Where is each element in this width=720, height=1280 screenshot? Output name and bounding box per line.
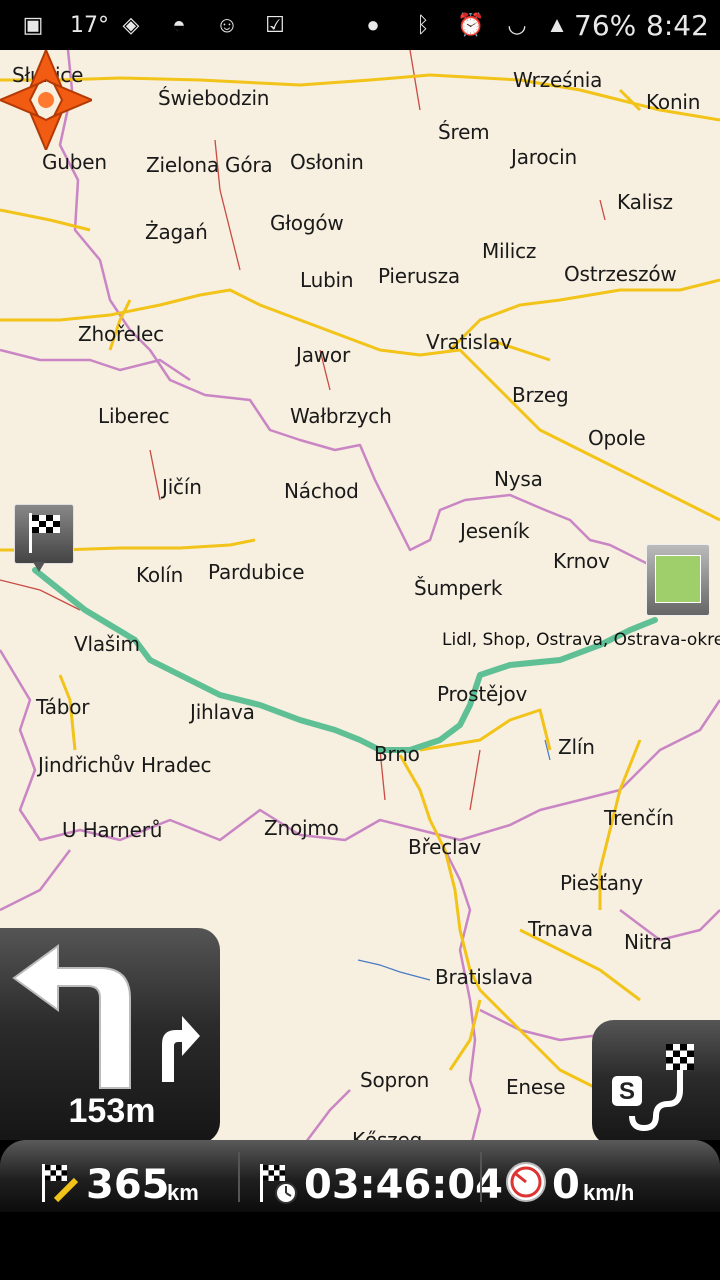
city-label[interactable]: Trenčín [604, 806, 674, 830]
city-label[interactable]: Nitra [624, 930, 672, 954]
city-label[interactable]: Jeseník [460, 519, 530, 543]
route-s-checkered-icon: S [612, 1044, 694, 1132]
city-label[interactable]: Znojmo [264, 816, 339, 840]
alarm-icon: ⏰ [457, 12, 485, 37]
city-label[interactable]: Tábor [36, 695, 90, 719]
city-label[interactable]: Konin [646, 90, 700, 114]
distance-to-destination-icon [42, 1164, 79, 1203]
city-label[interactable]: Guben [42, 150, 107, 174]
clock: 8:42 [646, 9, 709, 42]
city-label[interactable]: Września [513, 68, 602, 92]
city-label[interactable]: Kolín [136, 563, 183, 587]
city-label[interactable]: Świebodzin [158, 86, 269, 110]
city-label[interactable]: Břeclav [408, 835, 481, 859]
destination-flag-icon[interactable] [14, 504, 74, 564]
city-label[interactable]: Zhořelec [78, 322, 164, 346]
city-label[interactable]: Jičín [162, 475, 202, 499]
time-to-destination-icon [260, 1164, 297, 1204]
remaining-distance-unit: km [167, 1180, 199, 1205]
bluetooth-icon: ᛒ [416, 12, 430, 37]
poi-pin-icon[interactable] [646, 544, 710, 616]
city-label[interactable]: Náchod [284, 479, 359, 503]
speed-value: 0 [552, 1162, 580, 1208]
city-label[interactable]: Żagań [145, 220, 208, 244]
speedometer-icon [506, 1162, 546, 1202]
city-label[interactable]: Vratislav [426, 330, 512, 354]
city-label[interactable]: Pierusza [378, 264, 460, 288]
divider [238, 1152, 240, 1202]
city-label[interactable]: Głogów [270, 211, 344, 235]
city-label[interactable]: Jihlava [190, 700, 255, 724]
remaining-time: 03:46:04 [304, 1162, 503, 1208]
city-label[interactable]: Milicz [482, 239, 536, 263]
signal-icon: ▲ [546, 12, 568, 37]
city-label[interactable]: Osłonin [290, 150, 364, 174]
city-label[interactable]: Sopron [360, 1068, 429, 1092]
svg-text:S: S [619, 1078, 635, 1105]
route-line [32, 567, 658, 753]
trip-info-bar[interactable]: 365 km 03:46:04 0 km/h [0, 1140, 720, 1280]
location-icon: ● [366, 12, 380, 37]
maps-notification-icon: ◓ [172, 12, 186, 37]
flag-pointer [33, 562, 45, 572]
task-notification-icon: ☑ [265, 12, 285, 37]
checkered-flag-icon [29, 513, 60, 553]
city-label[interactable]: Lubin [300, 268, 354, 292]
status-bar: ▣ 17° ◈ ◓ ☺ ☑ ● ᛒ ⏰ ◡ ▲ 76% 8:42 [0, 0, 720, 50]
next-turn-right-arrow-icon [162, 1016, 200, 1082]
city-label[interactable]: Wałbrzych [290, 404, 392, 428]
city-label[interactable]: Brzeg [512, 383, 569, 407]
city-label[interactable]: Zlín [558, 735, 595, 759]
city-label[interactable]: Ostrzeszów [564, 262, 677, 286]
city-label[interactable]: Trnava [528, 917, 593, 941]
city-label[interactable]: Šumperk [414, 576, 502, 600]
city-label[interactable]: U Harnerů [62, 818, 162, 842]
wifi-icon: ◡ [507, 12, 527, 37]
city-label[interactable]: Jarocin [511, 145, 577, 169]
city-label[interactable]: Opole [588, 426, 646, 450]
city-label[interactable]: Kalisz [617, 190, 673, 214]
city-label[interactable]: Bratislava [435, 965, 533, 989]
temperature: 17° [70, 13, 109, 38]
city-label[interactable]: Prostějov [437, 682, 527, 706]
city-label[interactable]: Vlašim [74, 632, 140, 656]
city-label[interactable]: Brno [374, 742, 420, 766]
divider [480, 1152, 482, 1202]
speed-unit: km/h [583, 1180, 635, 1205]
route-options-button[interactable]: S [592, 1020, 720, 1146]
city-label[interactable]: Jawor [296, 343, 350, 367]
city-label[interactable]: Enese [506, 1075, 566, 1099]
battery-level: 76% [574, 9, 637, 42]
message-notification-icon: ☺ [215, 12, 239, 37]
city-label[interactable]: Piešťany [560, 871, 643, 895]
city-label[interactable]: Krnov [553, 549, 610, 573]
city-label[interactable]: Zielona Góra [146, 153, 273, 177]
navigation-notification-icon: ◈ [122, 12, 140, 37]
gallery-notification-icon: ▣ [22, 12, 44, 37]
current-position-arrow-icon [0, 50, 92, 150]
city-label[interactable]: Liberec [98, 404, 170, 428]
city-label[interactable]: Śrem [438, 120, 490, 144]
city-label[interactable]: Pardubice [208, 560, 305, 584]
city-label[interactable]: Nysa [494, 467, 543, 491]
poi-label[interactable]: Lidl, Shop, Ostrava, Ostrava-okre [442, 630, 720, 650]
city-label[interactable]: Jindřichův Hradec [38, 753, 211, 777]
remaining-distance-value: 365 [86, 1162, 170, 1208]
poi-thumbnail [655, 555, 701, 603]
turn-distance: 153m [68, 1092, 156, 1130]
